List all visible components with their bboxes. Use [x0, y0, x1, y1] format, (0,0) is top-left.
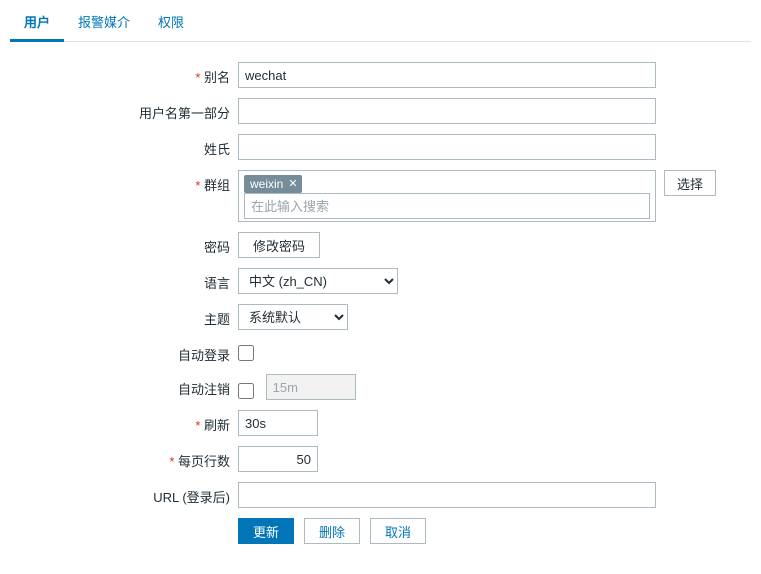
autologout-checkbox[interactable] [238, 383, 254, 399]
language-select[interactable]: 中文 (zh_CN) [238, 268, 398, 294]
groups-search-input[interactable] [244, 193, 650, 219]
autologout-duration-input [266, 374, 356, 400]
tab-user[interactable]: 用户 [10, 6, 64, 42]
surname-input[interactable] [238, 134, 656, 160]
label-name-first: 用户名第一部分 [30, 98, 238, 122]
user-form: 别名 用户名第一部分 姓氏 群组 weixin ✕ 选择 [10, 42, 751, 574]
alias-input[interactable] [238, 62, 656, 88]
delete-button[interactable]: 删除 [304, 518, 360, 544]
label-autologin: 自动登录 [30, 340, 238, 364]
group-chip-label: weixin [250, 177, 283, 191]
label-groups: 群组 [30, 170, 238, 194]
cancel-button[interactable]: 取消 [370, 518, 426, 544]
label-password: 密码 [30, 232, 238, 256]
rows-per-page-input[interactable] [238, 446, 318, 472]
url-input[interactable] [238, 482, 656, 508]
label-surname: 姓氏 [30, 134, 238, 158]
label-language: 语言 [30, 268, 238, 292]
remove-chip-icon[interactable]: ✕ [288, 179, 297, 190]
label-refresh: 刷新 [30, 410, 238, 434]
groups-multiselect[interactable]: weixin ✕ [238, 170, 656, 222]
theme-select[interactable]: 系统默认 [238, 304, 348, 330]
label-autologout: 自动注销 [30, 374, 238, 398]
label-rows: 每页行数 [30, 446, 238, 470]
change-password-button[interactable]: 修改密码 [238, 232, 320, 258]
groups-select-button[interactable]: 选择 [664, 170, 716, 196]
tab-media[interactable]: 报警媒介 [64, 6, 144, 41]
tab-perms[interactable]: 权限 [144, 6, 198, 41]
label-alias: 别名 [30, 62, 238, 86]
autologin-checkbox[interactable] [238, 345, 254, 361]
update-button[interactable]: 更新 [238, 518, 294, 544]
name-first-input[interactable] [238, 98, 656, 124]
label-theme: 主题 [30, 304, 238, 328]
tabs: 用户 报警媒介 权限 [10, 0, 751, 42]
refresh-input[interactable] [238, 410, 318, 436]
label-url: URL (登录后) [30, 482, 238, 506]
group-chip[interactable]: weixin ✕ [244, 175, 302, 193]
